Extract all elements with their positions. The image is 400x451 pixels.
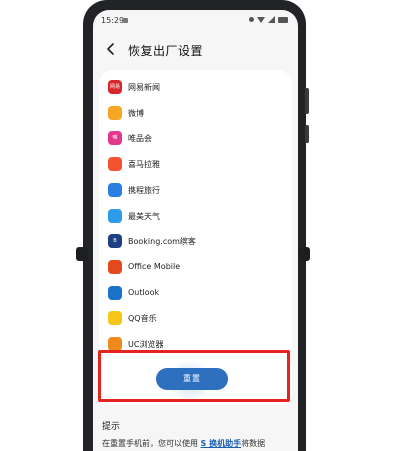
app-name: 最美天气 [128, 211, 160, 221]
office-icon [108, 259, 122, 274]
app-name: Booking.com缤客 [128, 237, 196, 247]
qqmusic-icon [108, 311, 122, 326]
power-button [305, 125, 309, 143]
signal-icon [268, 16, 275, 23]
tips-title: 提示 [102, 422, 121, 432]
netease-news-icon: 网易 [108, 80, 122, 94]
status-time: 15:29 [101, 16, 125, 25]
app-name: 唯品会 [128, 134, 152, 144]
list-item: 唯唯品会 [99, 129, 292, 149]
list-item: Outlook [99, 284, 292, 304]
alarm-icon [249, 17, 254, 22]
app-name: Office Mobile [128, 261, 181, 271]
volume-button [305, 88, 309, 114]
ctrip-icon [108, 182, 122, 197]
list-item: Office Mobile [99, 258, 292, 278]
header: 恢复出厂设置 [93, 38, 298, 62]
status-bar: 15:29 [93, 10, 298, 32]
hinge-left [76, 247, 88, 261]
uc-browser-icon [108, 337, 122, 351]
list-item: 喜马拉雅 [99, 155, 292, 175]
app-list: 网易 网易新闻微博唯唯品会喜马拉雅携程旅行最美天气 B Booking.com缤客 Of… [99, 70, 292, 360]
vipshop-icon: 唯 [108, 131, 122, 146]
battery-icon [278, 16, 288, 23]
booking-icon: B [108, 234, 122, 249]
tips-text: 在重置手机前，您可以使用 S 换机助手将数据 [102, 438, 265, 449]
weather-icon [108, 208, 122, 223]
chevron-left-icon [107, 43, 114, 55]
app-name: 携程旅行 [128, 185, 160, 195]
app-name: 喜马拉雅 [128, 160, 160, 170]
list-item: 微博 [99, 104, 292, 124]
app-name: 网易新闻 [128, 83, 160, 92]
highlight-box [98, 350, 290, 402]
status-icons [249, 16, 288, 23]
back-button[interactable] [102, 40, 120, 58]
tips-text-after: 将数据 [241, 439, 266, 448]
weibo-icon [108, 105, 122, 120]
tips-text-before: 在重置手机前，您可以使用 [102, 439, 201, 448]
outlook-icon [108, 285, 122, 300]
smart-switch-link[interactable]: S 换机助手 [201, 439, 242, 448]
app-name: QQ音乐 [128, 314, 157, 324]
list-item: QQ音乐 [99, 309, 292, 329]
list-item: 携程旅行 [99, 181, 292, 201]
list-item: 最美天气 [99, 207, 292, 227]
wifi-icon [257, 16, 265, 23]
ximalaya-icon [108, 157, 122, 172]
app-name: UC浏览器 [128, 340, 164, 349]
app-name: 微博 [128, 108, 144, 118]
notification-icon [123, 18, 128, 23]
app-name: Outlook [128, 287, 160, 297]
page-title: 恢复出厂设置 [128, 44, 204, 58]
list-item: 网易 网易新闻 [99, 78, 292, 98]
list-item: B Booking.com缤客 [99, 232, 292, 252]
hinge-right [298, 247, 310, 261]
